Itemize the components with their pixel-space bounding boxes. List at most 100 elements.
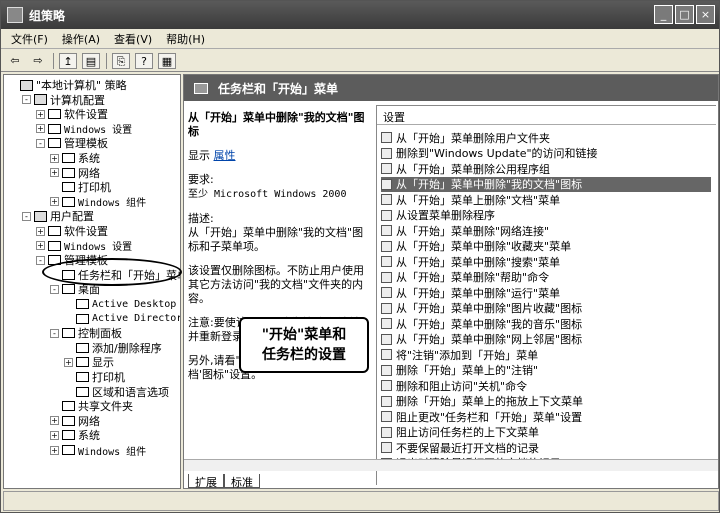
- tree-node-label: 网络: [78, 414, 100, 428]
- setting-row[interactable]: 从「开始」菜单中删除"图片收藏"图标: [381, 301, 711, 316]
- tab-standard[interactable]: 标准: [224, 474, 260, 489]
- forward-icon[interactable]: ⇨: [29, 53, 47, 69]
- export-list-icon[interactable]: ⎘: [112, 52, 130, 69]
- maximize-button[interactable]: □: [675, 5, 694, 24]
- toolbar-separator: [53, 52, 54, 69]
- back-icon[interactable]: ⇦: [6, 53, 24, 69]
- setting-label: 删除和阻止访问"关机"命令: [396, 379, 528, 393]
- folder-icon: [62, 328, 75, 339]
- setting-row[interactable]: 从「开始」菜单删除"网络连接": [381, 223, 711, 238]
- tree-node[interactable]: 打印机: [50, 180, 111, 194]
- expand-icon[interactable]: +: [36, 109, 45, 119]
- setting-row[interactable]: 从「开始」菜单中删除"搜索"菜单: [381, 254, 711, 269]
- tree-node[interactable]: "本地计算机" 策略: [8, 78, 127, 92]
- tree-node[interactable]: + 显示: [64, 355, 114, 369]
- properties-link[interactable]: 属性: [214, 149, 236, 162]
- setting-row[interactable]: 从「开始」菜单删除公用程序组: [381, 161, 711, 176]
- toolbar-separator: [106, 52, 107, 69]
- folder-icon: [62, 415, 75, 426]
- setting-row[interactable]: 将"注销"添加到「开始」菜单: [381, 347, 711, 362]
- tree-node[interactable]: + Windows 组件: [50, 195, 146, 209]
- expand-icon[interactable]: +: [36, 124, 45, 134]
- setting-row[interactable]: 从「开始」菜单删除用户文件夹: [381, 130, 711, 145]
- expand-icon[interactable]: +: [64, 357, 73, 367]
- expand-icon[interactable]: +: [50, 197, 59, 207]
- menu-action[interactable]: 操作(A): [62, 31, 100, 47]
- tree-node[interactable]: + Windows 设置: [36, 122, 132, 136]
- horizontal-scrollbar[interactable]: [184, 459, 718, 471]
- policy-setting-icon: [381, 380, 392, 391]
- view-tabs: 扩展 标准: [188, 474, 260, 489]
- collapse-icon[interactable]: -: [36, 255, 45, 265]
- tab-extended[interactable]: 扩展: [188, 474, 224, 489]
- menu-help[interactable]: 帮助(H): [166, 31, 205, 47]
- setting-row[interactable]: 删除「开始」菜单上的"注销": [381, 363, 711, 378]
- collapse-icon[interactable]: -: [50, 284, 59, 294]
- settings-list[interactable]: 设置 从「开始」菜单删除用户文件夹 删除到"Windows Update"的访问和…: [376, 105, 716, 485]
- setting-row[interactable]: 阻止更改"任务栏和「开始」菜单"设置: [381, 409, 711, 424]
- tree-node[interactable]: 共享文件夹: [50, 399, 133, 413]
- tree-node[interactable]: + 网络: [50, 166, 100, 180]
- setting-row[interactable]: 删除「开始」菜单上的拖放上下文菜单: [381, 394, 711, 409]
- expand-icon[interactable]: +: [36, 226, 45, 236]
- minimize-button[interactable]: _: [654, 5, 673, 24]
- tree-node[interactable]: - 管理模板: [36, 136, 108, 150]
- tree-node[interactable]: + 软件设置: [36, 107, 108, 121]
- setting-label: 从「开始」菜单中删除"收藏夹"菜单: [396, 240, 572, 253]
- title-bar[interactable]: 组策略 _ □ ×: [1, 1, 719, 29]
- callout-line-2: 任务栏的设置: [262, 347, 346, 363]
- policy-setting-icon: [381, 178, 392, 190]
- collapse-icon[interactable]: -: [22, 211, 31, 221]
- setting-row[interactable]: 从「开始」菜单删除"帮助"命令: [381, 270, 711, 285]
- policy-setting-icon: [381, 225, 392, 236]
- setting-row[interactable]: 从「开始」菜单中删除"网上邻居"图标: [381, 332, 711, 347]
- properties-icon[interactable]: ▦: [158, 52, 176, 69]
- tree-node[interactable]: + 网络: [50, 414, 100, 428]
- setting-row[interactable]: 从「开始」菜单中删除"运行"菜单: [381, 285, 711, 300]
- setting-row[interactable]: 从「开始」菜单上删除"文档"菜单: [381, 192, 711, 207]
- setting-row[interactable]: 从「开始」菜单中删除"我的文档"图标: [381, 176, 711, 192]
- collapse-icon[interactable]: -: [22, 95, 31, 105]
- setting-row[interactable]: 不要保留最近打开文档的记录: [381, 440, 711, 455]
- help-icon[interactable]: ?: [135, 52, 153, 69]
- expand-icon[interactable]: +: [50, 168, 59, 178]
- tree-node[interactable]: - 计算机配置: [22, 93, 105, 107]
- setting-row[interactable]: 从「开始」菜单中删除"收藏夹"菜单: [381, 239, 711, 254]
- menu-view[interactable]: 查看(V): [114, 31, 152, 47]
- tree-node[interactable]: Active Directory: [64, 312, 180, 326]
- close-button[interactable]: ×: [696, 5, 715, 24]
- tree-node[interactable]: Active Desktop: [64, 297, 176, 311]
- tree-node[interactable]: 添加/删除程序: [64, 341, 162, 355]
- collapse-icon[interactable]: -: [50, 328, 59, 338]
- folder-icon: [48, 226, 61, 236]
- tree-node[interactable]: + 系统: [50, 151, 100, 165]
- setting-row[interactable]: 删除和阻止访问"关机"命令: [381, 378, 711, 393]
- tree-node-label: 显示: [92, 356, 114, 370]
- tree-node[interactable]: + Windows 设置: [36, 239, 132, 253]
- setting-row[interactable]: 阻止访问任务栏的上下文菜单: [381, 425, 711, 440]
- tree-node[interactable]: + 软件设置: [36, 224, 108, 238]
- tree-node[interactable]: 区域和语言选项: [64, 385, 169, 399]
- menu-file[interactable]: 文件(F): [11, 31, 48, 47]
- setting-row[interactable]: 删除到"Windows Update"的访问和链接: [381, 146, 711, 161]
- tree-node-label: Windows 组件: [78, 446, 147, 458]
- setting-row[interactable]: 从「开始」菜单中删除"我的音乐"图标: [381, 316, 711, 331]
- tree-node[interactable]: - 控制面板: [50, 326, 122, 340]
- expand-icon[interactable]: +: [36, 241, 45, 251]
- up-folder-icon[interactable]: ↥: [59, 52, 77, 69]
- setting-row[interactable]: 从设置菜单删除程序: [381, 208, 711, 223]
- folder-icon: [48, 109, 61, 120]
- computer-icon: [34, 94, 47, 106]
- tree-node[interactable]: + Windows 组件: [50, 443, 147, 458]
- expand-icon[interactable]: +: [50, 430, 59, 440]
- expand-icon[interactable]: +: [50, 445, 59, 455]
- tree-node[interactable]: + 系统: [50, 428, 100, 442]
- collapse-icon[interactable]: -: [36, 138, 45, 148]
- tree-node[interactable]: - 用户配置: [22, 209, 94, 223]
- show-tree-icon[interactable]: ▤: [82, 52, 100, 69]
- expand-icon[interactable]: +: [50, 153, 59, 163]
- column-header-setting[interactable]: 设置: [377, 109, 716, 125]
- expand-icon[interactable]: +: [50, 416, 59, 426]
- requirements-label: 要求:: [188, 173, 214, 186]
- tree-node[interactable]: 打印机: [64, 370, 125, 384]
